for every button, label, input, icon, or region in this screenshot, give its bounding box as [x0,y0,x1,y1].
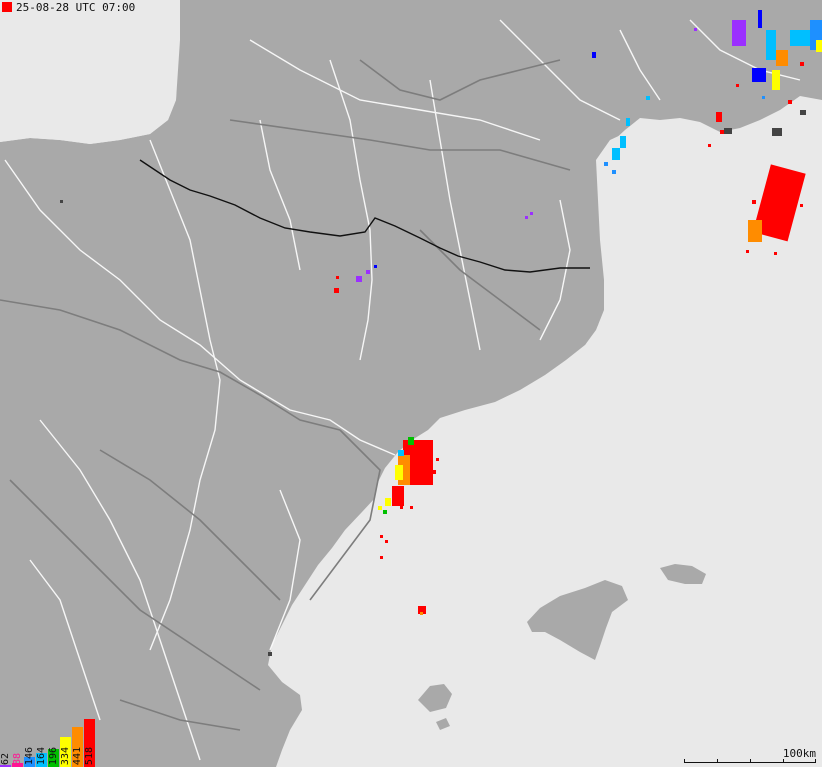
legend-label-146: 146 [24,746,35,765]
strike-age-legend: 62 88 146 164 196 334 441 518 [0,716,100,767]
timestamp-text: 25-08-28 UTC 07:00 [16,0,136,14]
timestamp-header: 25-08-28 UTC 07:00 [0,0,135,14]
legend-label-441: 441 [72,746,83,765]
legend-label-334: 334 [60,746,71,765]
scale-tick [815,759,816,763]
scale-bar: 100km [684,747,818,765]
scale-tick [684,759,685,763]
bay-of-biscay [0,0,180,144]
legend-label-518: 518 [84,746,95,765]
legend-label-88: 88 [12,752,23,765]
scale-tick [750,759,751,763]
scale-tick [783,759,784,763]
scale-label: 100km [782,747,816,760]
scale-tick [717,759,718,763]
current-strike-marker [2,2,12,12]
legend-label-196: 196 [48,746,59,765]
lightning-map [0,0,822,767]
legend-label-164: 164 [36,746,47,765]
legend-label-62: 62 [0,752,11,765]
